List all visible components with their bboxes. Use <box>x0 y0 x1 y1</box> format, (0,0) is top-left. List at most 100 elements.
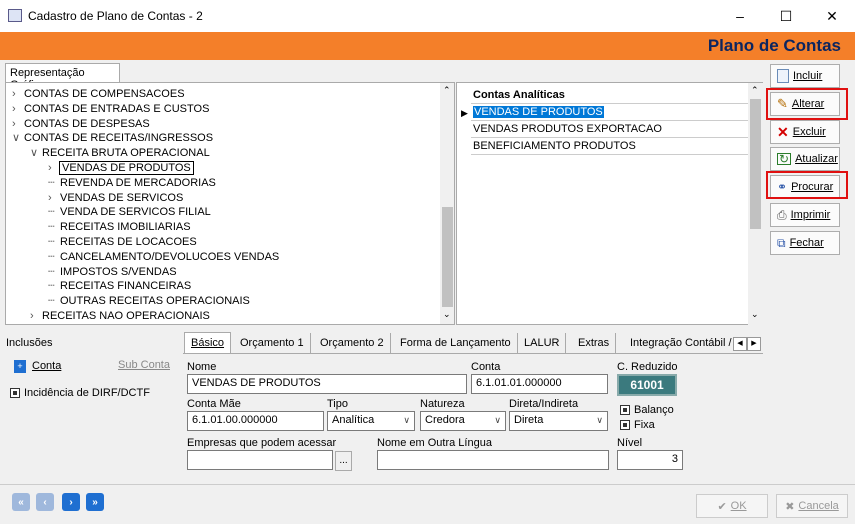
tree-node[interactable]: ∨ RECEITA BRUTA OPERACIONAL <box>30 146 210 160</box>
contamae-label: Conta Mãe <box>187 398 241 410</box>
cancel-button[interactable]: ✖ Cancela <box>776 494 848 518</box>
tree-node[interactable]: ┄ VENDA DE SERVICOS FILIAL <box>48 205 211 219</box>
close-window-icon: ⧉ <box>777 235 786 250</box>
minimize-button[interactable]: – <box>717 0 763 32</box>
tab-integracao-contabil[interactable]: Integração Contábil / <box>624 333 738 353</box>
tree-line-icon: ┄ <box>48 236 55 248</box>
outra-lingua-field[interactable] <box>377 450 609 470</box>
tipo-select[interactable]: Analítica ∨ <box>327 411 415 431</box>
tab-orcamento-2[interactable]: Orçamento 2 <box>314 333 391 353</box>
tree-node-label: CONTAS DE COMPENSACOES <box>24 88 185 100</box>
conta-button[interactable]: + Conta <box>14 356 61 376</box>
tree-node[interactable]: › VENDAS DE PRODUTOS <box>48 161 194 175</box>
tree-node[interactable]: ┄ RECEITAS IMOBILIARIAS <box>48 220 191 234</box>
chevron-right-icon[interactable]: › <box>30 309 42 323</box>
tab-orcamento-1[interactable]: Orçamento 1 <box>234 333 311 353</box>
scroll-down-icon[interactable]: ⌄ <box>443 309 451 320</box>
tree-node[interactable]: ┄ CANCELAMENTO/DEVOLUCOES VENDAS <box>48 250 279 264</box>
next-record-icon[interactable]: › <box>62 493 80 511</box>
tree-node[interactable]: ┄ REVENDA DE MERCADORIAS <box>48 176 216 190</box>
fechar-button[interactable]: ⧉ Fechar <box>770 231 840 255</box>
first-record-icon[interactable]: « <box>12 493 30 511</box>
natureza-select[interactable]: Credora ∨ <box>420 411 506 431</box>
chevron-right-icon[interactable]: › <box>12 102 24 116</box>
tab-representacao-grafica[interactable]: Representação Gráfica <box>5 63 120 91</box>
tree-node[interactable]: ┄ RECEITAS DE LOCACOES <box>48 235 197 249</box>
scroll-up-icon[interactable]: ⌃ <box>443 85 451 96</box>
conta-field[interactable]: 6.1.01.01.000000 <box>471 374 608 394</box>
ok-button[interactable]: ✔ OK <box>696 494 768 518</box>
atualizar-button[interactable]: ↻ Atualizar <box>770 147 840 171</box>
tab-lalur[interactable]: LALUR <box>518 333 567 353</box>
tab-scroll-right-icon[interactable]: ▶ <box>747 337 761 351</box>
tree-node[interactable]: › CONTAS DE ENTRADAS E CUSTOS <box>12 102 209 116</box>
tree-scrollbar[interactable]: ⌃ ⌄ <box>440 83 454 324</box>
refresh-icon: ↻ <box>777 152 792 166</box>
excluir-button[interactable]: ✕ Excluir <box>770 120 840 144</box>
printer-icon: ⎙ <box>777 207 787 222</box>
incluir-button[interactable]: Incluir <box>770 64 840 88</box>
title-bar: Cadastro de Plano de Contas - 2 – ☐ ✕ <box>0 0 855 32</box>
outra-lingua-label: Nome em Outra Língua <box>377 437 492 449</box>
tree-node[interactable]: ┄ RECEITAS FINANCEIRAS <box>48 279 191 293</box>
grid-row[interactable]: VENDAS PRODUTOS EXPORTACAO <box>471 121 748 138</box>
nivel-field[interactable]: 3 <box>617 450 683 470</box>
checkbox-box[interactable] <box>620 420 630 431</box>
nome-field[interactable]: VENDAS DE PRODUTOS <box>187 374 467 394</box>
tab-scroll-left-icon[interactable]: ◀ <box>733 337 747 351</box>
last-record-icon[interactable]: » <box>86 493 104 511</box>
tree-node-label: CONTAS DE ENTRADAS E CUSTOS <box>24 102 210 115</box>
grid-row[interactable]: VENDAS DE PRODUTOS <box>471 104 748 121</box>
contas-analiticas-grid[interactable]: Contas Analíticas ▶ VENDAS DE PRODUTOS V… <box>456 82 763 325</box>
prev-record-icon[interactable]: ‹ <box>36 493 54 511</box>
checkbox-box[interactable] <box>620 405 630 416</box>
checkbox-box[interactable] <box>10 388 20 399</box>
chevron-down-icon[interactable]: ∨ <box>30 146 42 160</box>
tree-node[interactable]: › CONTAS DE COMPENSACOES <box>12 87 185 101</box>
tab-forma-lancamento[interactable]: Forma de Lançamento <box>394 333 518 353</box>
close-button[interactable]: ✕ <box>809 0 855 32</box>
creduzido-label: C. Reduzido <box>617 361 678 373</box>
tab-extras[interactable]: Extras <box>572 333 617 353</box>
tree-node[interactable]: ┄ OUTRAS RECEITAS OPERACIONAIS <box>48 294 250 308</box>
chevron-down-icon[interactable]: ∨ <box>12 131 24 145</box>
chevron-right-icon[interactable]: › <box>48 191 60 205</box>
chevron-right-icon[interactable]: › <box>12 87 24 101</box>
highlight-box-procurar <box>766 171 848 199</box>
scroll-thumb[interactable] <box>442 207 453 307</box>
scroll-thumb[interactable] <box>750 99 761 229</box>
chevron-right-icon[interactable]: › <box>48 161 60 175</box>
tree-node-label: VENDA DE SERVICOS FILIAL <box>60 206 211 219</box>
tree-node[interactable]: › RECEITAS NAO OPERACIONAIS <box>30 309 210 323</box>
check-icon: ✔ <box>717 500 727 513</box>
new-document-icon <box>777 69 789 83</box>
account-tree[interactable]: › CONTAS DE COMPENSACOES › CONTAS DE ENTRAD… <box>5 82 455 325</box>
empresas-browse-button[interactable]: ... <box>335 451 352 471</box>
chevron-right-icon[interactable]: › <box>12 117 24 131</box>
dirf-checkbox[interactable]: Incidência de DIRF/DCTF <box>10 387 150 399</box>
imprimir-button[interactable]: ⎙ Imprimir <box>770 203 840 227</box>
scroll-up-icon[interactable]: ⌃ <box>751 85 759 96</box>
tree-node-label: REVENDA DE MERCADORIAS <box>60 176 216 189</box>
tree-node[interactable]: › VENDAS DE SERVICOS <box>48 191 183 205</box>
grid-scrollbar[interactable]: ⌃ ⌄ <box>748 83 763 325</box>
grid-row[interactable]: BENEFICIAMENTO PRODUTOS <box>471 138 748 155</box>
cancel-icon: ✖ <box>785 500 795 513</box>
tree-line-icon: ┄ <box>48 206 55 219</box>
contamae-field[interactable]: 6.1.01.00.000000 <box>187 411 324 431</box>
balanco-checkbox[interactable]: Balanço <box>620 404 674 416</box>
scroll-down-icon[interactable]: ⌄ <box>751 309 759 320</box>
tree-line-icon: ┄ <box>48 250 55 263</box>
tipo-label: Tipo <box>327 398 348 410</box>
tab-basico[interactable]: Básico <box>184 332 232 354</box>
grid-header: Contas Analíticas <box>471 87 748 104</box>
direta-select[interactable]: Direta ∨ <box>509 411 608 431</box>
tree-node[interactable]: ┄ IMPOSTOS S/VENDAS <box>48 265 177 279</box>
maximize-button[interactable]: ☐ <box>763 0 809 32</box>
fixa-checkbox[interactable]: Fixa <box>620 419 655 431</box>
chevron-down-icon: ∨ <box>403 415 410 425</box>
sub-conta-button[interactable]: Sub Conta <box>118 359 170 371</box>
tree-node[interactable]: › CONTAS DE DESPESAS <box>12 117 150 131</box>
tree-node[interactable]: ∨ CONTAS DE RECEITAS/INGRESSOS <box>12 131 213 145</box>
empresas-field[interactable] <box>187 450 333 470</box>
